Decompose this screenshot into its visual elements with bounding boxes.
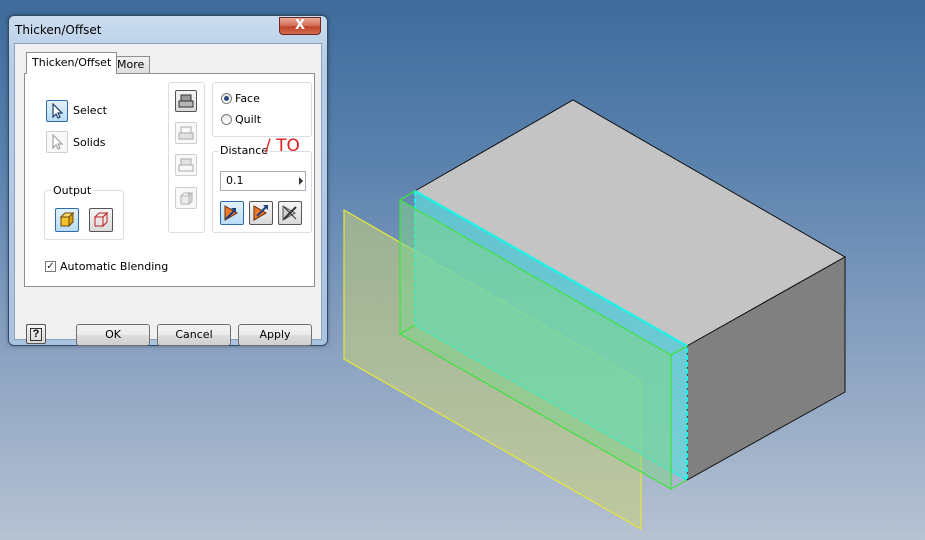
select-label: Select (73, 104, 107, 117)
distance-input[interactable]: 0.1 (220, 171, 306, 191)
quilt-radio[interactable] (221, 114, 232, 125)
thicken-offset-dialog: Thicken/Offset X Thicken/Offset More Sel… (8, 15, 328, 346)
output-solid-button[interactable] (55, 208, 79, 232)
face-radio[interactable] (221, 93, 232, 104)
solids-label: Solids (73, 136, 106, 149)
help-icon: ? (29, 327, 43, 341)
output-group-label: Output (51, 184, 94, 197)
automatic-blending-checkbox[interactable]: ✓ (45, 261, 56, 272)
intersect-icon (178, 158, 194, 172)
select-button[interactable] (46, 100, 68, 122)
preview-edge-top (399, 190, 416, 201)
help-button[interactable]: ? (26, 324, 46, 344)
face-label: Face (235, 92, 260, 105)
output-surface-button[interactable] (89, 208, 113, 232)
join-button[interactable] (175, 90, 197, 112)
tab-panel: Select Solids Output + Face Quilt Distan… (24, 73, 315, 287)
tab-thicken-offset[interactable]: Thicken/Offset (26, 52, 118, 74)
apply-button[interactable]: Apply (238, 324, 312, 346)
intersect-button[interactable] (175, 154, 197, 176)
new-solid-icon: + (179, 190, 194, 206)
preview-edge-bottom (670, 479, 688, 490)
selection-mode-group (212, 82, 312, 137)
surface-output-icon (93, 212, 109, 228)
new-solid-button[interactable]: + (175, 187, 197, 209)
close-button[interactable]: X (279, 17, 321, 35)
solids-cursor-icon (52, 134, 64, 150)
join-icon (178, 94, 194, 108)
svg-text:+: + (186, 190, 192, 198)
select-cursor-icon (52, 103, 64, 119)
solids-button[interactable] (46, 131, 68, 153)
direction-disabled-icon (282, 205, 297, 221)
distance-label: Distance (218, 144, 271, 157)
direction-disabled-button[interactable] (278, 201, 302, 225)
solid-output-icon (59, 212, 75, 228)
close-icon: X (294, 18, 306, 33)
cut-button[interactable] (175, 122, 197, 144)
cancel-button[interactable]: Cancel (157, 324, 231, 346)
direction-flip-icon (224, 205, 238, 221)
direction-symmetric-icon (253, 205, 268, 221)
distance-annotation: / TO (265, 136, 300, 156)
distance-menu-arrow-icon[interactable] (299, 177, 303, 185)
cut-icon (178, 126, 194, 140)
distance-value: 0.1 (226, 174, 244, 187)
direction-flipped-button[interactable] (249, 201, 273, 225)
ok-button[interactable]: OK (76, 324, 150, 346)
dialog-title: Thicken/Offset (15, 23, 102, 37)
quilt-label: Quilt (235, 113, 262, 126)
automatic-blending-label: Automatic Blending (60, 260, 169, 273)
direction-default-button[interactable] (220, 201, 244, 225)
dialog-client: Thicken/Offset More Select Solids Output (14, 43, 322, 346)
